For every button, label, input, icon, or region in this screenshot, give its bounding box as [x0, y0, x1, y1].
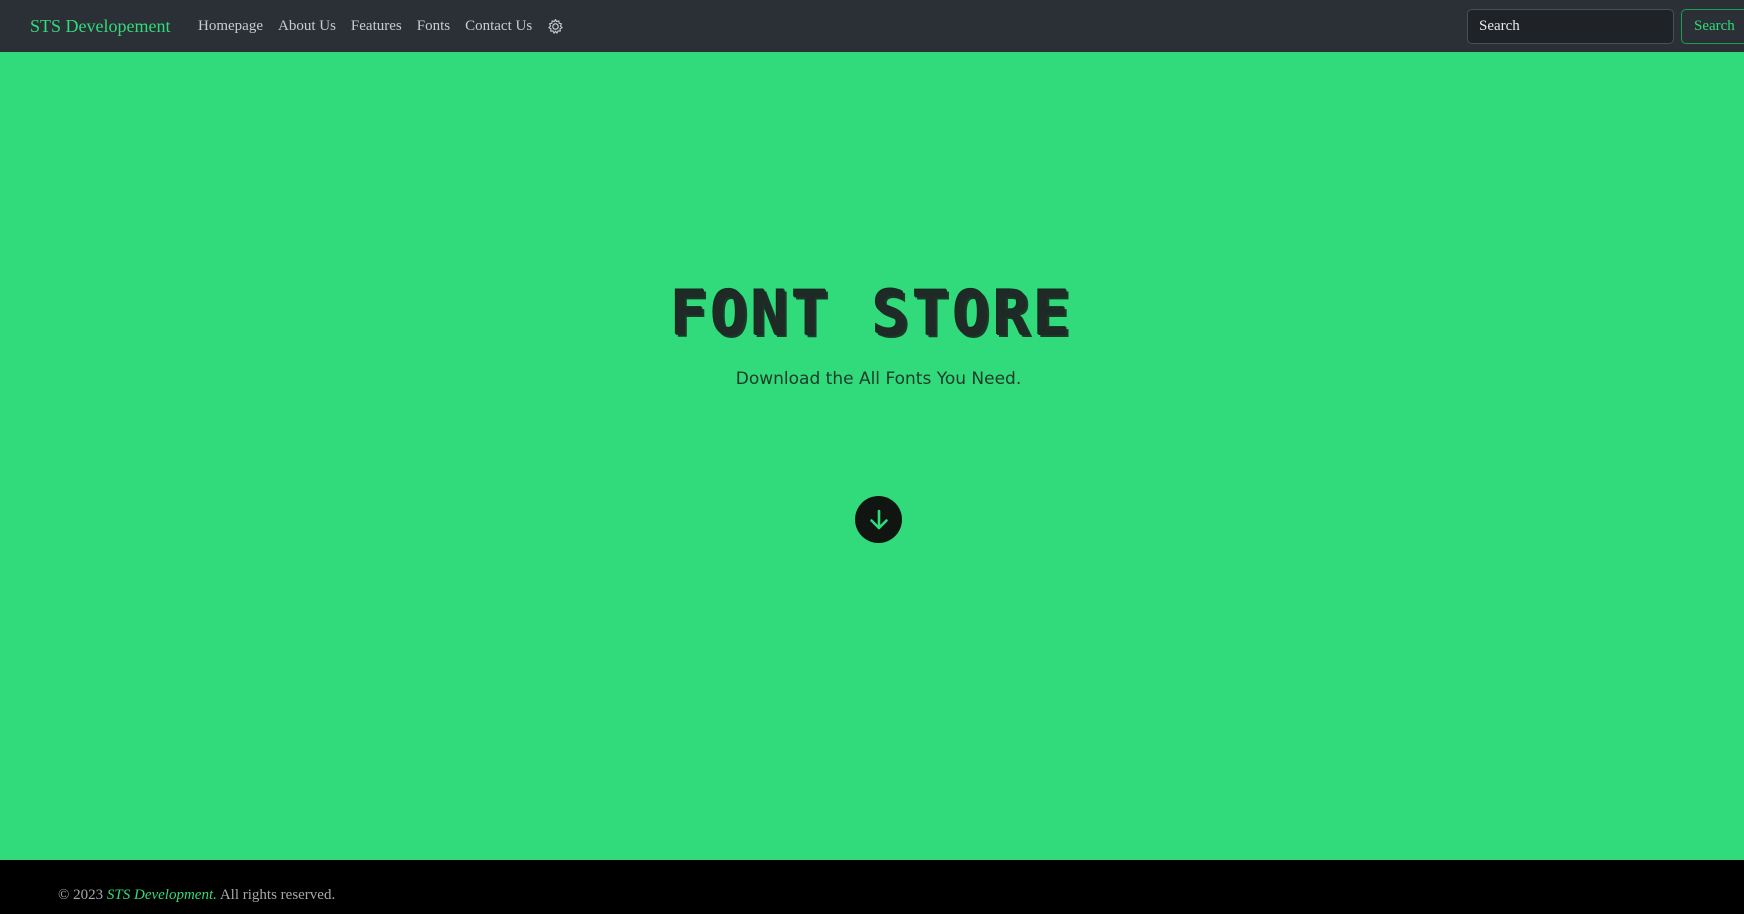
nav-link-contact-us[interactable]: Contact Us	[465, 16, 532, 36]
footer-rights: All rights reserved.	[219, 887, 336, 903]
scroll-down-button[interactable]	[855, 496, 902, 543]
hero-subtitle: Download the All Fonts You Need.	[735, 369, 1022, 389]
nav-link-features[interactable]: Features	[351, 16, 402, 36]
gear-icon[interactable]	[547, 18, 564, 35]
hero-title: FONT STORE	[670, 277, 1074, 350]
nav-link-homepage[interactable]: Homepage	[198, 16, 263, 36]
footer-text: © 2023 STS Development. All rights reser…	[58, 885, 335, 905]
nav-link-about-us[interactable]: About Us	[278, 16, 336, 36]
search-button[interactable]: Search	[1681, 9, 1744, 44]
top-navbar: STS Developement Homepage About Us Featu…	[0, 0, 1744, 52]
nav-link-fonts[interactable]: Fonts	[417, 16, 450, 36]
footer-copyright: © 2023	[58, 887, 104, 903]
search-input[interactable]	[1467, 9, 1674, 44]
footer-brand: STS Development.	[106, 887, 217, 903]
footer: © 2023 STS Development. All rights reser…	[0, 860, 1744, 914]
arrow-down-icon	[869, 509, 888, 529]
nav-links: Homepage About Us Features Fonts Contact…	[198, 16, 564, 36]
brand-link[interactable]: STS Developement	[30, 14, 170, 38]
